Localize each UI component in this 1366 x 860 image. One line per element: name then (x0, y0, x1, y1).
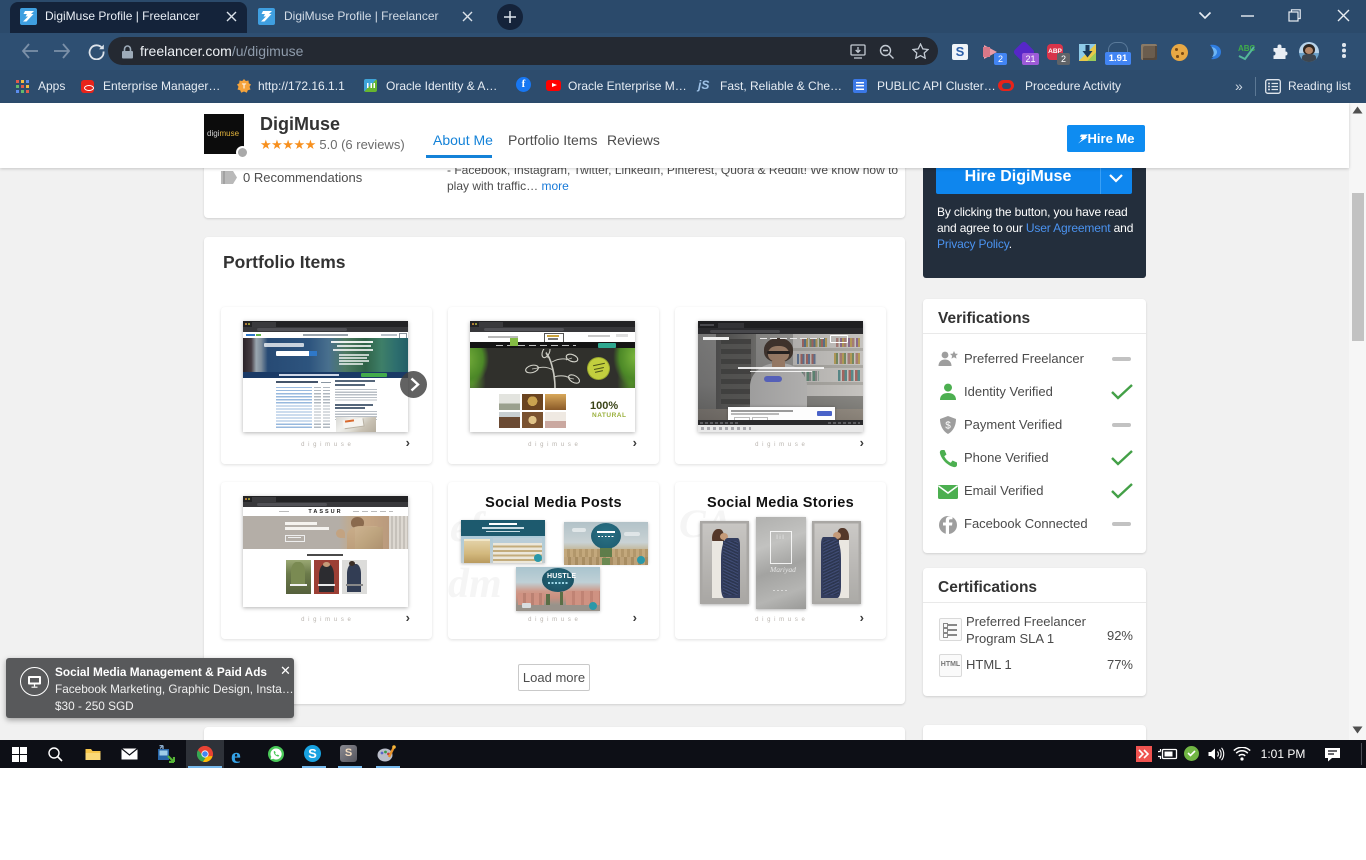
svg-text:$: $ (945, 421, 951, 432)
svg-text:T: T (242, 84, 247, 91)
